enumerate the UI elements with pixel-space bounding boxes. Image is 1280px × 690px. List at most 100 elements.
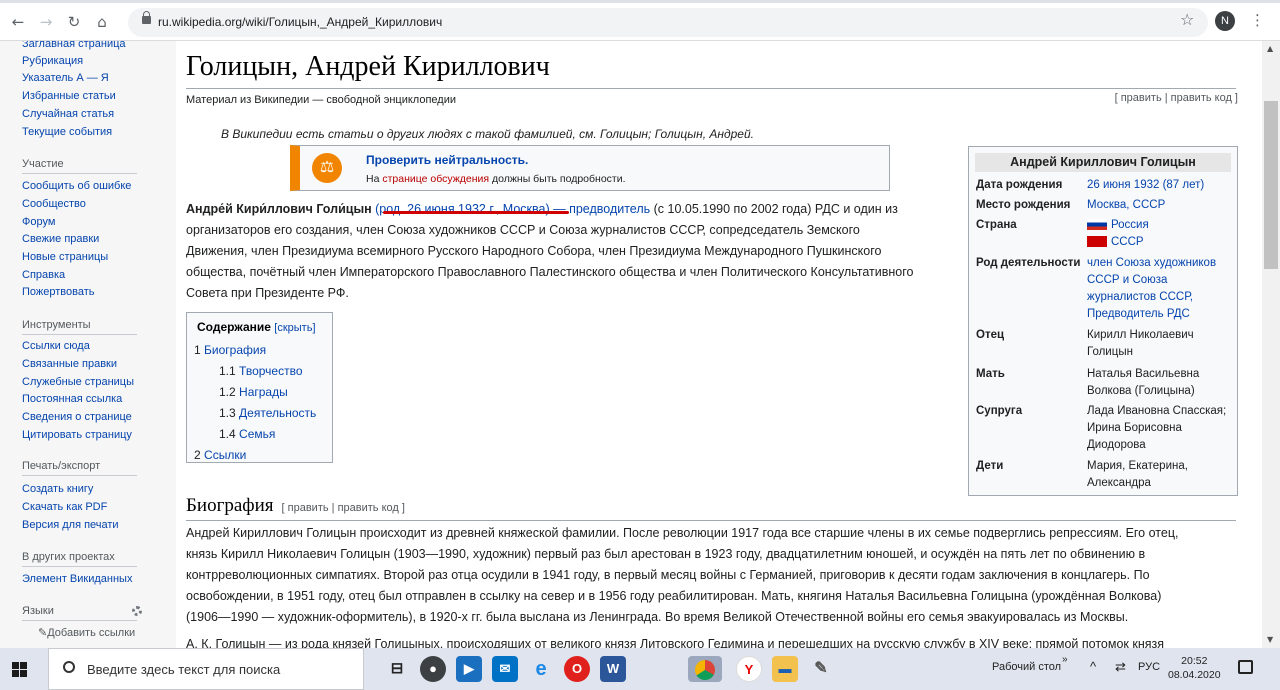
sidebar-link-printable[interactable]: Версия для печати (22, 519, 119, 531)
word-app-icon[interactable]: W (600, 656, 626, 682)
scrollbar-thumb[interactable] (1264, 101, 1278, 269)
add-language-links[interactable]: ✎Добавить ссылки (38, 626, 135, 639)
infobox-value: Наталья Васильевна Волкова (Голицына) (1087, 368, 1200, 397)
infobox-label: Дата рождения (976, 179, 1063, 191)
sidebar-link-related[interactable]: Связанные правки (22, 358, 117, 370)
lead-line-5: Совета при Президенте РФ. (186, 286, 349, 300)
toc-toggle[interactable]: [скрыть] (274, 322, 315, 334)
reload-icon[interactable]: ↻ (64, 13, 84, 31)
chrome-browser-icon[interactable] (688, 656, 722, 682)
infobox: Андрей Кириллович Голицын Дата рождения … (968, 146, 1238, 496)
infobox-label: Супруга (976, 405, 1023, 417)
mail-icon[interactable]: ✉ (492, 656, 518, 682)
url-text[interactable]: ru.wikipedia.org/wiki/Голицын,_Андрей_Ки… (158, 15, 442, 29)
opera-browser-icon[interactable]: O (564, 656, 590, 682)
sidebar-link-random[interactable]: Случайная статья (22, 108, 114, 120)
infobox-value[interactable]: 26 июня 1932 (87 лет) (1087, 177, 1232, 194)
sidebar-link-permalink[interactable]: Постоянная ссылка (22, 393, 122, 405)
sidebar-link-report[interactable]: Сообщить об ошибке (22, 180, 131, 192)
infobox-label: Место рождения (976, 199, 1071, 211)
home-icon[interactable]: ⌂ (92, 13, 112, 31)
show-hidden-icons[interactable]: ^ (1090, 659, 1096, 674)
media-app-icon[interactable]: ● (420, 656, 446, 682)
sidebar-header-languages: Языки (22, 605, 137, 621)
browser-toolbar: ← → ↻ ⌂ ru.wikipedia.org/wiki/Голицын,_А… (0, 0, 1280, 41)
sidebar-link-main[interactable]: Заглавная страница (22, 41, 126, 50)
article-content: Голицын, Андрей Кириллович Материал из В… (176, 41, 1262, 648)
sidebar-link-community[interactable]: Сообщество (22, 198, 86, 210)
sidebar-link-pageinfo[interactable]: Сведения о странице (22, 411, 132, 423)
search-icon (63, 661, 75, 673)
lock-icon (142, 11, 151, 24)
taskbar-search[interactable]: Введите здесь текст для поиска (48, 648, 364, 690)
infobox-label: Дети (976, 460, 1004, 472)
sidebar-link-newpages[interactable]: Новые страницы (22, 251, 108, 263)
leader-link[interactable]: предводитель (569, 202, 650, 216)
sidebar-link-forum[interactable]: Форум (22, 216, 55, 228)
bookmark-star-icon[interactable]: ☆ (1180, 12, 1194, 28)
sidebar-header-tools: Инструменты (22, 319, 137, 335)
paint-app-icon[interactable]: ✎ (808, 656, 834, 682)
gear-icon[interactable] (132, 606, 142, 616)
russia-flag-icon (1087, 219, 1107, 231)
page-edit-links[interactable]: [ править | править код ] (1115, 92, 1238, 104)
toc-item[interactable]: 1 Биография (194, 343, 266, 357)
page-title: Голицын, Андрей Кириллович (186, 51, 1236, 89)
sidebar-link-pdf[interactable]: Скачать как PDF (22, 501, 107, 513)
address-bar[interactable]: ru.wikipedia.org/wiki/Голицын,_Андрей_Ки… (128, 8, 1208, 37)
profile-avatar[interactable]: N (1215, 11, 1235, 31)
lead-paragraph: Андре́й Кири́ллович Голи́цын (род. 26 ию… (186, 199, 956, 304)
sidebar-link-cite[interactable]: Цитировать страницу (22, 429, 132, 441)
infobox-label: Страна (976, 219, 1017, 231)
toc-item[interactable]: 2 Ссылки (194, 448, 246, 462)
edge-browser-icon[interactable]: e (528, 656, 554, 682)
table-of-contents: Содержание [скрыть] 1 Биография 1.1 Твор… (186, 312, 333, 463)
toc-item[interactable]: 1.4 Семья (219, 427, 275, 441)
talk-page-link[interactable]: странице обсуждения (382, 173, 489, 185)
video-app-icon[interactable]: ▶ (456, 656, 482, 682)
yandex-browser-icon[interactable]: Y (736, 656, 762, 682)
toc-item[interactable]: 1.3 Деятельность (219, 406, 316, 420)
sidebar-link-recent[interactable]: Свежие правки (22, 233, 99, 245)
toc-item[interactable]: 1.2 Награды (219, 385, 288, 399)
input-language[interactable]: РУС (1138, 661, 1160, 673)
section-edit-links[interactable]: [ править | править код ] (282, 502, 405, 514)
notice-title[interactable]: Проверить нейтральность. (366, 153, 528, 167)
sidebar-link-current[interactable]: Текущие события (22, 126, 112, 138)
menu-kebab-icon[interactable]: ⋮ (1250, 12, 1265, 28)
sidebar-link-help[interactable]: Справка (22, 269, 65, 281)
search-placeholder[interactable]: Введите здесь текст для поиска (87, 662, 280, 677)
sidebar-link-featured[interactable]: Избранные статьи (22, 90, 116, 102)
infobox-title: Андрей Кириллович Голицын (975, 153, 1231, 172)
infobox-value[interactable]: Москва, СССР (1087, 197, 1232, 214)
sidebar-link-index[interactable]: Указатель А — Я (22, 72, 109, 84)
windows-taskbar: Введите здесь текст для поиска ⊟ ● ▶ ✉ e… (0, 648, 1280, 690)
chevron-icon[interactable]: » (1062, 654, 1068, 665)
task-view-icon[interactable]: ⊟ (384, 656, 410, 682)
forward-arrow-icon[interactable]: → (36, 13, 56, 31)
page-scrollbar[interactable]: ▲ ▼ (1262, 41, 1280, 648)
back-arrow-icon[interactable]: ← (8, 13, 28, 31)
sidebar-link-whatlinks[interactable]: Ссылки сюда (22, 340, 90, 352)
file-explorer-icon[interactable]: ▬ (772, 656, 798, 682)
desktop-label[interactable]: Рабочий стол (992, 661, 1061, 673)
windows-start-icon[interactable] (12, 662, 28, 677)
scroll-down-icon[interactable]: ▼ (1267, 635, 1273, 644)
toc-item[interactable]: 1.1 Творчество (219, 364, 303, 378)
network-icon[interactable]: ⇄ (1115, 659, 1126, 675)
sidebar-link-special[interactable]: Служебные страницы (22, 376, 134, 388)
sidebar-link-rubrics[interactable]: Рубрикация (22, 55, 83, 67)
infobox-value: Мария, Екатерина, Александра (1087, 460, 1188, 489)
notice-text: На странице обсуждения должны быть подро… (366, 173, 626, 185)
sidebar-header-projects: В других проектах (22, 551, 137, 567)
scroll-up-icon[interactable]: ▲ (1267, 44, 1273, 53)
taskbar-clock[interactable]: 20:52 08.04.2020 (1168, 654, 1221, 682)
toc-title: Содержание [скрыть] (197, 320, 316, 334)
infobox-value: Лада Ивановна Спасская; Ирина Борисовна … (1087, 405, 1227, 451)
sidebar-link-book[interactable]: Создать книгу (22, 483, 93, 495)
sidebar-link-wikidata[interactable]: Элемент Викиданных (22, 573, 132, 585)
notification-icon[interactable] (1238, 660, 1253, 674)
sidebar-link-donate[interactable]: Пожертвовать (22, 286, 95, 298)
infobox-value[interactable]: член Союза художников СССР и Союза журна… (1087, 255, 1232, 323)
ussr-flag-icon (1087, 236, 1107, 248)
